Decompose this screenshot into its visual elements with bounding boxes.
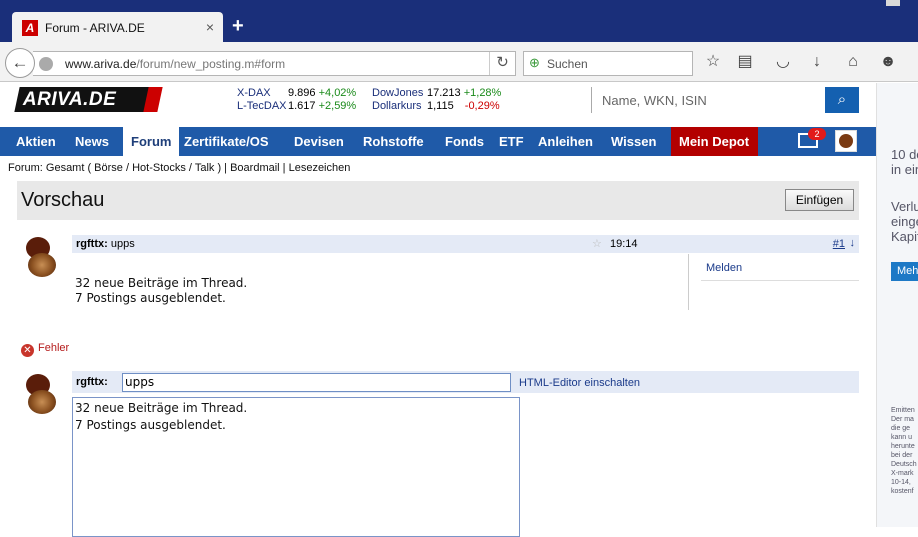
nav-forum[interactable]: Forum (123, 127, 180, 156)
side-divider (701, 280, 859, 281)
reload-icon[interactable]: ↻ (489, 52, 515, 75)
browser-tab[interactable]: A Forum - ARIVA.DE × (12, 12, 223, 42)
back-button[interactable]: ← (5, 48, 35, 78)
main-nav: Aktien News Forum Zertifikate/OS Devisen… (0, 127, 876, 156)
reading-list-icon[interactable]: ▤ (735, 52, 755, 72)
ticker-ltecdax[interactable]: L-TecDAX (237, 100, 287, 112)
ticker-xdax[interactable]: X-DAX (237, 87, 271, 99)
search-icon: ⌕ (837, 91, 847, 108)
nav-mein-depot[interactable]: Mein Depot (671, 127, 758, 156)
chat-icon[interactable]: ☻ (878, 52, 898, 72)
post-time: 19:14 (610, 238, 638, 250)
editor-author: rgfttx: (76, 376, 108, 388)
search-engine-icon: ⊕ (529, 55, 540, 70)
ariva-logo[interactable]: ARIVA.DE (14, 87, 163, 112)
error-label: Fehler (38, 342, 70, 354)
user-avatar[interactable] (835, 130, 857, 152)
ticker-dowjones[interactable]: DowJones (372, 87, 423, 99)
new-tab-button[interactable]: + (232, 16, 244, 36)
post-author: rgfttx: (76, 238, 108, 250)
mail-count-badge: 2 (808, 128, 826, 140)
star-icon[interactable]: ☆ (592, 237, 602, 250)
preview-title: Vorschau (21, 189, 105, 211)
nav-zertifikate[interactable]: Zertifikate/OS (176, 127, 277, 156)
nav-etf[interactable]: ETF (491, 127, 532, 156)
breadcrumb[interactable]: Forum: Gesamt ( Börse / Hot-Stocks / Tal… (8, 162, 350, 174)
browser-navbar: www.ariva.de/forum/new_posting.m#form ↻ … (0, 42, 918, 82)
site-header: ARIVA.DE X-DAX 9.896 +4,02% L-TecDAX 1.6… (0, 83, 876, 127)
message-textarea[interactable]: 32 neue Beiträge im Thread. 7 Postings a… (72, 397, 520, 537)
nav-aktien[interactable]: Aktien (8, 127, 64, 156)
ticker-dollarkurs-value: 1,115 -0,29% (427, 100, 500, 112)
nav-devisen[interactable]: Devisen (286, 127, 352, 156)
post-subject: upps (110, 238, 135, 250)
ticker-xdax-value: 9.896 +4,02% (288, 87, 357, 99)
preview-header: Vorschau (17, 181, 859, 220)
nav-wissen[interactable]: Wissen (603, 127, 664, 156)
tab-title: Forum - ARIVA.DE (45, 21, 145, 35)
subject-input[interactable]: upps (122, 373, 511, 392)
nav-fonds[interactable]: Fonds (437, 127, 492, 156)
pocket-icon[interactable]: ◡ (773, 52, 793, 72)
nav-rohstoffe[interactable]: Rohstoffe (355, 127, 432, 156)
insert-button[interactable]: Einfügen (785, 189, 854, 211)
globe-icon (39, 57, 53, 71)
post-line-1: 32 neue Beiträge im Thread. (75, 276, 248, 290)
html-editor-toggle[interactable]: HTML-Editor einschalten (519, 377, 640, 389)
bookmark-star-icon[interactable]: ☆ (703, 52, 723, 72)
browser-search-input[interactable]: ⊕ Suchen (523, 51, 693, 76)
post-body: 32 neue Beiträge im Thread. 7 Postings a… (75, 276, 247, 306)
ariva-favicon-icon: A (22, 20, 38, 36)
author-avatar[interactable] (24, 237, 56, 277)
ticker-ltecdax-value: 1.617 +2,59% (288, 100, 357, 112)
ad-text-2: VerlueingeKapit (891, 199, 918, 244)
browser-titlebar: A Forum - ARIVA.DE × + (0, 0, 918, 42)
site-search-input[interactable]: Name, WKN, ISIN (602, 93, 707, 108)
post-line-2: 7 Postings ausgeblendet. (75, 291, 226, 305)
window-minimize-button[interactable] (886, 0, 900, 6)
editor-author-avatar[interactable] (24, 374, 56, 414)
ticker-dollarkurs[interactable]: Dollarkurs (372, 100, 422, 112)
arrow-down-icon[interactable]: ↓ (850, 237, 856, 249)
ad-text-1: 10 dein ein (891, 147, 918, 177)
nav-news[interactable]: News (67, 127, 117, 156)
site-search[interactable]: Name, WKN, ISIN ⌕ (591, 87, 859, 113)
site-search-button[interactable]: ⌕ (825, 87, 859, 113)
url-text[interactable]: www.ariva.de/forum/new_posting.m#form (65, 57, 285, 71)
ad-disclaimer: Emitten Der ma die ge kann u herunte bei der D… (891, 407, 917, 495)
post-number-link[interactable]: #1 (833, 238, 845, 250)
error-icon: ✕ (21, 344, 34, 357)
post-header: rgfttx: upps ☆ 19:14 #1 ↓ (72, 235, 859, 253)
ticker-dowjones-value: 17.213 +1,28% (427, 87, 502, 99)
report-link[interactable]: Melden (706, 262, 742, 274)
post-side-divider (688, 254, 689, 310)
nav-anleihen[interactable]: Anleihen (530, 127, 601, 156)
tab-close-icon[interactable]: × (206, 19, 214, 35)
browser-search-placeholder: Suchen (547, 57, 588, 71)
post-author-line: rgfttx: upps (76, 238, 135, 250)
error-message: ✕ Fehler (21, 342, 69, 357)
ad-column[interactable]: 10 dein ein VerlueingeKapit Meh EmittenD… (876, 83, 918, 527)
ad-more-button[interactable]: Meh (891, 262, 918, 281)
url-bar[interactable]: www.ariva.de/forum/new_posting.m#form ↻ (33, 51, 516, 76)
home-icon[interactable]: ⌂ (843, 52, 863, 72)
download-icon[interactable]: ↓ (807, 52, 827, 72)
